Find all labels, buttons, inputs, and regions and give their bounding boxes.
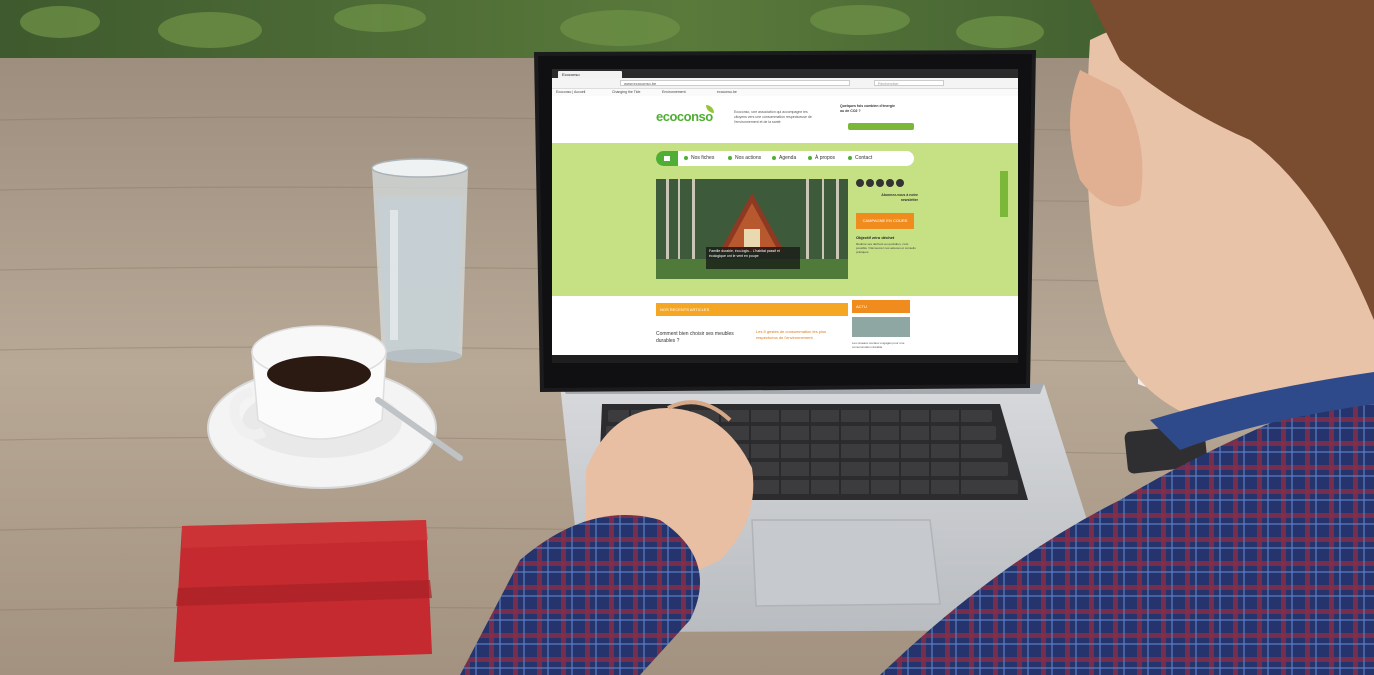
hero-caption: Famille durable, éco-logis... L'habitat … (706, 247, 800, 269)
side-news[interactable]: Les réseaux sociaux engagés pour une con… (852, 341, 912, 349)
hero-band: Nos fiches Nos actions Agenda À propos C… (552, 143, 1018, 296)
laptop-screen: Ecoconso www.ecoconso.be Rechercher Ecoc… (552, 69, 1018, 363)
os-taskbar (552, 355, 1018, 363)
home-button[interactable] (656, 151, 678, 166)
campaign-button[interactable]: CAMPAGNE EN COURS (856, 213, 914, 229)
nav-item-agenda[interactable]: Agenda (772, 151, 796, 166)
browser-tab[interactable]: Ecoconso (558, 71, 622, 78)
bookmark-4[interactable]: ecoconso.be (717, 90, 737, 95)
main-nav: Nos fiches Nos actions Agenda À propos C… (656, 151, 914, 166)
instagram-icon[interactable] (886, 179, 894, 187)
home-icon (664, 156, 670, 161)
header-search-button[interactable] (848, 123, 914, 130)
facebook-icon[interactable] (856, 179, 864, 187)
site-logo[interactable]: ecoconso (656, 109, 713, 124)
social-links (856, 179, 916, 189)
youtube-icon[interactable] (876, 179, 884, 187)
side-section-title: ACTU (852, 300, 910, 313)
side-title: Objectif zéro déchet (856, 235, 895, 240)
article-link-2[interactable]: Les 5 gestes de consommation les plus re… (756, 329, 844, 341)
browser-search-field[interactable]: Rechercher (874, 80, 944, 86)
bookmark-2[interactable]: Changing the Tide (612, 90, 640, 95)
photo-scene: Ecoconso www.ecoconso.be Rechercher Ecoc… (0, 0, 1374, 675)
site-tagline: Ecoconso, une association qui accompagne… (734, 110, 812, 124)
site-header: ecoconso Ecoconso, une association qui a… (552, 96, 1018, 143)
feedback-tab[interactable] (1000, 171, 1008, 217)
address-bar: www.ecoconso.be Rechercher (552, 78, 1018, 89)
water-glass (371, 158, 469, 363)
twitter-icon[interactable] (866, 179, 874, 187)
header-question: Quelques fois combien d'énergie ou de CO… (840, 104, 895, 113)
side-text: Réduire ses déchets au quotidien, c'est … (856, 242, 916, 254)
url-field[interactable]: www.ecoconso.be (620, 80, 850, 86)
section-title: NOS RECENTS ARTICLES (656, 303, 848, 316)
rss-icon[interactable] (896, 179, 904, 187)
nav-item-fiches[interactable]: Nos fiches (684, 151, 714, 166)
hero-image[interactable]: Famille durable, éco-logis... L'habitat … (656, 179, 848, 279)
nav-item-actions[interactable]: Nos actions (728, 151, 761, 166)
bookmark-3[interactable]: Environnement (662, 90, 686, 95)
newsletter-link[interactable]: Abonnez-vous à notre newsletter (872, 193, 918, 203)
browser-tabbar: Ecoconso (552, 69, 1018, 78)
red-notebook (174, 520, 432, 662)
nav-item-apropos[interactable]: À propos (808, 151, 835, 166)
bookmark-1[interactable]: Ecoconso | Accueil (556, 90, 585, 95)
nav-item-contact[interactable]: Contact (848, 151, 872, 166)
news-thumbnail[interactable] (852, 317, 910, 337)
article-link-1[interactable]: Comment bien choisir ses meubles durable… (656, 331, 736, 345)
